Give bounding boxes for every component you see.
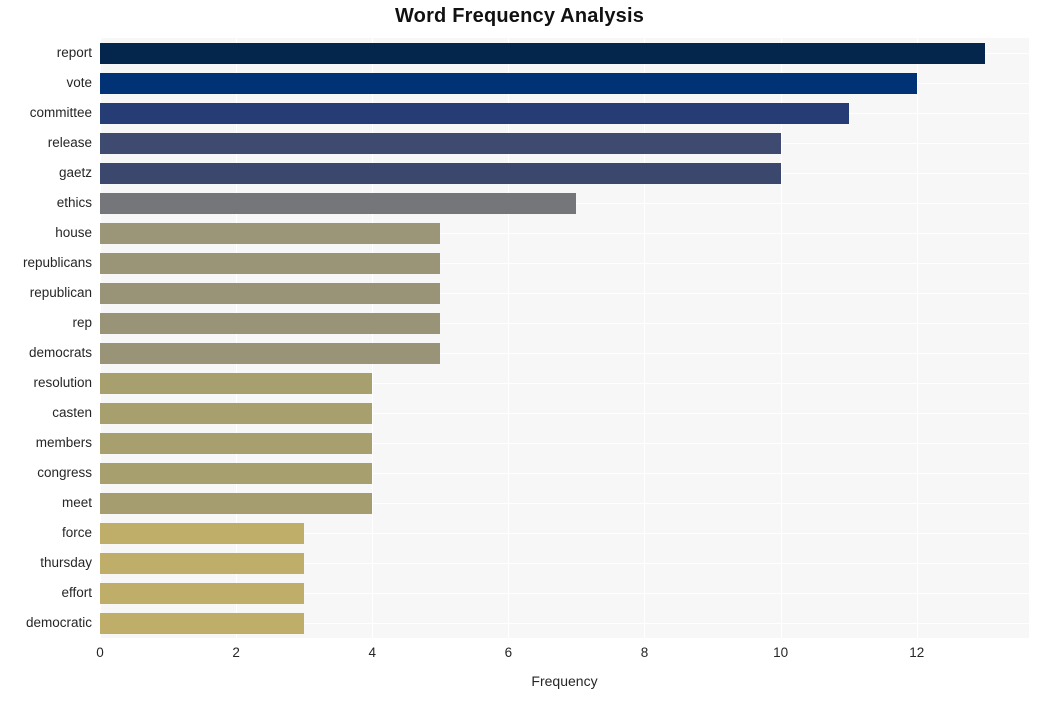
bar [100, 102, 849, 124]
y-axis-tick-label: resolution [33, 375, 92, 390]
y-axis-tick-label: effort [61, 585, 92, 600]
bar [100, 282, 441, 304]
y-axis-tick-label: force [61, 525, 92, 540]
bar [100, 222, 441, 244]
y-axis-tick-label: ethics [56, 195, 92, 210]
bar [100, 552, 305, 574]
y-axis-tick-label: house [55, 225, 92, 240]
y-axis-tick-label: thursday [40, 555, 92, 570]
y-axis-tick-labels: report vote committee release gaetz ethics hou… [0, 38, 92, 638]
y-axis-tick-label: democratic [25, 615, 92, 630]
x-axis-tick-label: 8 [640, 645, 649, 660]
bar [100, 402, 373, 424]
y-axis-tick-label: rep [72, 315, 92, 330]
bar [100, 192, 577, 214]
bar [100, 252, 441, 274]
bar [100, 432, 373, 454]
y-axis-tick-label: democrats [28, 345, 92, 360]
chart-title: Word Frequency Analysis [394, 5, 645, 27]
chart-figure: Word Frequency Analysis report vote commit… [0, 0, 1039, 701]
bar [100, 72, 917, 94]
bar [100, 612, 305, 634]
y-axis-tick-label: committee [29, 105, 92, 120]
y-axis-tick-label: republicans [22, 255, 92, 270]
bar [100, 312, 441, 334]
y-axis-tick-label: republican [29, 285, 92, 300]
bar [100, 342, 441, 364]
y-axis-tick-label: report [56, 45, 92, 60]
x-axis-tick-label: 2 [232, 645, 240, 660]
y-axis-tick-label: gaetz [58, 165, 92, 180]
bar [100, 162, 781, 184]
y-axis-tick-label: congress [37, 465, 92, 480]
bar [100, 42, 985, 64]
x-axis-tick-label: 0 [96, 645, 104, 660]
y-axis-tick-label: casten [52, 405, 92, 420]
bar [100, 372, 373, 394]
bar [100, 492, 373, 514]
bar [100, 582, 305, 604]
bar-series [100, 38, 1029, 638]
y-axis-tick-label: meet [61, 495, 92, 510]
x-axis-label: Frequency [531, 673, 598, 689]
y-axis-tick-label: release [47, 135, 92, 150]
bar [100, 462, 373, 484]
bar [100, 522, 305, 544]
x-axis-tick-label: 6 [504, 645, 513, 660]
x-axis-tick-label: 4 [368, 645, 376, 660]
bar [100, 132, 781, 154]
plot-area [100, 38, 1029, 638]
y-axis-tick-label: vote [66, 75, 92, 90]
x-axis-tick-labels: 0 2 4 6 8 10 12 [0, 645, 1039, 665]
y-axis-tick-label: members [35, 435, 92, 450]
x-axis-tick-label: 12 [909, 645, 925, 660]
x-axis-tick-label: 10 [773, 645, 789, 660]
